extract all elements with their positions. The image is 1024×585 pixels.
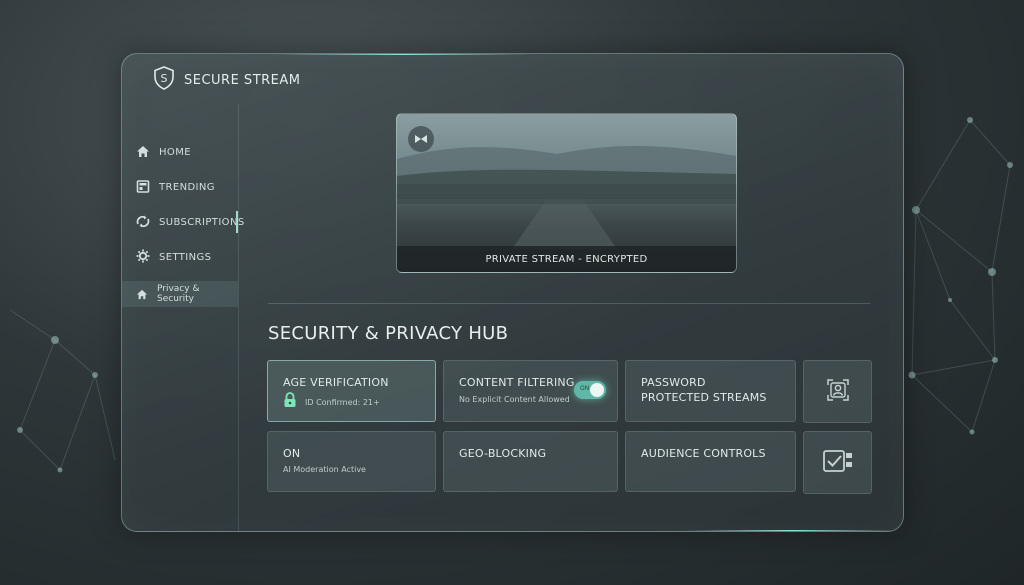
card-title: GEO-BLOCKING: [459, 447, 547, 460]
card-title: AUDIENCE CONTROLS: [641, 447, 766, 460]
card-subtitle: ID Confirmed: 21+: [305, 397, 380, 407]
content-filter-toggle[interactable]: ON: [574, 381, 606, 399]
brand[interactable]: S SECURE STREAM: [153, 66, 301, 94]
checklist-icon: [822, 448, 854, 478]
ai-moderation-card[interactable]: ON AI Moderation Active: [267, 431, 436, 492]
panel-glow-top: [272, 54, 532, 55]
sidebar-item-label: TRENDING: [159, 181, 215, 193]
sidebar-item-settings[interactable]: SETTINGS: [122, 244, 238, 270]
svg-text:S: S: [161, 72, 168, 85]
panel-glow-bottom: [682, 530, 902, 531]
geo-blocking-card[interactable]: GEO-BLOCKING: [443, 431, 618, 492]
private-viewer-card[interactable]: [803, 360, 872, 423]
section-divider: [268, 303, 870, 304]
video-caption: PRIVATE STREAM - ENCRYPTED: [397, 246, 736, 272]
subscriptions-indicator: [236, 211, 238, 233]
toggle-label: ON: [580, 385, 590, 392]
card-title: PASSWORD PROTECTED STREAMS: [641, 376, 767, 404]
lock-icon: [283, 392, 297, 412]
sidebar-item-label: SUBSCRIPTIONS: [159, 216, 245, 228]
home-icon: [136, 285, 148, 304]
password-protected-card[interactable]: PASSWORD PROTECTED STREAMS: [625, 360, 796, 422]
sidebar-item-trending[interactable]: TRENDING: [122, 174, 238, 200]
main-panel: S SECURE STREAM HOME TRENDING SUBSCRIPTI…: [121, 53, 904, 532]
audience-controls-card[interactable]: AUDIENCE CONTROLS: [625, 431, 796, 492]
card-title: AGE VERIFICATION: [283, 376, 389, 389]
age-verification-card[interactable]: AGE VERIFICATION ID Confirmed: 21+: [267, 360, 436, 422]
sidebar-item-label: Privacy & Security: [157, 284, 200, 304]
gear-icon: [136, 248, 150, 267]
sidebar-item-privacy-security[interactable]: Privacy & Security: [122, 281, 238, 307]
toggle-knob: [590, 383, 604, 397]
play-button[interactable]: [408, 126, 434, 152]
hub-title: SECURITY & PRIVACY HUB: [268, 323, 509, 344]
card-title: ON: [283, 447, 301, 460]
home-icon: [136, 143, 150, 162]
card-subtitle: AI Moderation Active: [283, 465, 366, 474]
checklist-card[interactable]: [803, 431, 872, 494]
shield-s-icon: S: [153, 66, 175, 94]
brand-title: SECURE STREAM: [184, 72, 301, 88]
video-player[interactable]: PRIVATE STREAM - ENCRYPTED: [396, 113, 737, 273]
trending-icon: [136, 178, 150, 197]
sidebar: HOME TRENDING SUBSCRIPTIONS SETTINGS Pri…: [122, 104, 244, 531]
private-viewer-icon: [825, 377, 851, 407]
sidebar-item-label: HOME: [159, 146, 191, 158]
content-filtering-card[interactable]: CONTENT FILTERING No Explicit Content Al…: [443, 360, 618, 422]
sidebar-item-home[interactable]: HOME: [122, 139, 238, 165]
sidebar-item-subscriptions[interactable]: SUBSCRIPTIONS: [122, 209, 244, 235]
subscriptions-icon: [136, 213, 150, 232]
sidebar-item-label: SETTINGS: [159, 251, 212, 263]
